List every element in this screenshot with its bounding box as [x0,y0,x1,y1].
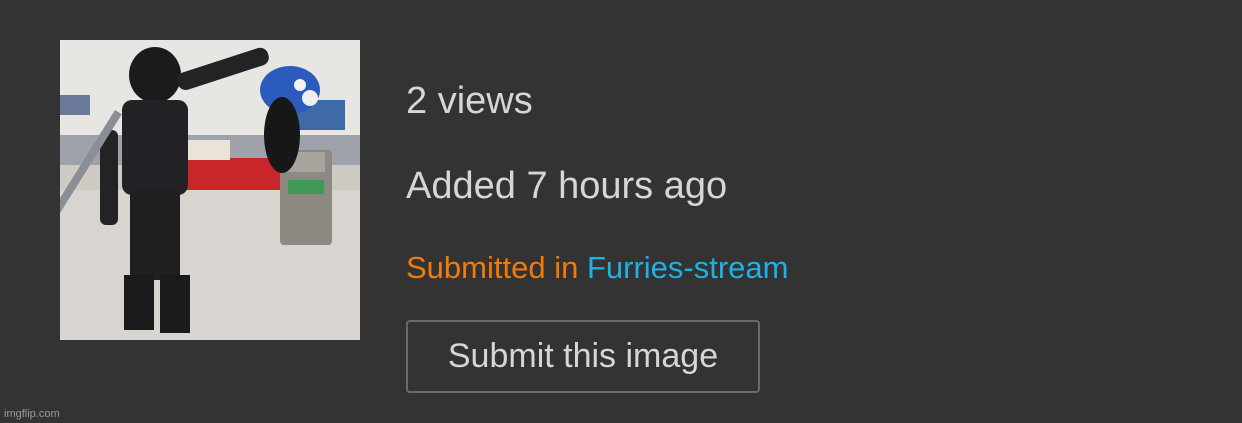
added-time: Added 7 hours ago [406,165,728,207]
submitted-in-label: Submitted in [406,250,579,285]
thumbnail-photo [60,40,360,340]
stream-link[interactable]: Furries-stream [587,250,789,285]
thumbnail-image[interactable] [60,40,360,340]
imgflip-watermark: imgflip.com [4,408,60,420]
view-count: 2 views [406,80,533,122]
submit-image-button[interactable]: Submit this image [406,320,760,393]
submitted-in: Submitted in Furries-stream [406,250,788,286]
